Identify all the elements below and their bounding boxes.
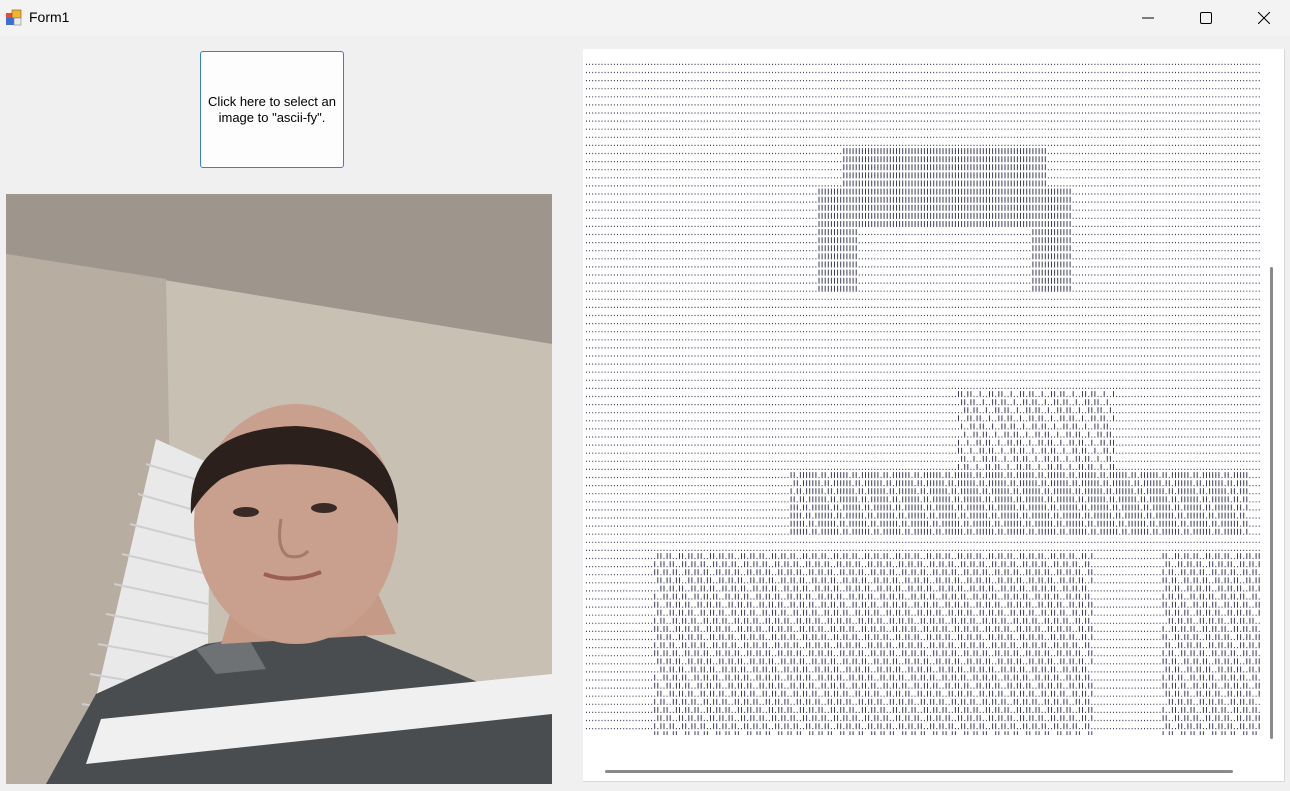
ascii-characters xyxy=(586,63,1260,735)
selected-photo xyxy=(6,194,552,784)
winforms-app-icon xyxy=(5,9,22,26)
title-bar[interactable]: Form1 xyxy=(0,0,1290,36)
select-image-button-label: Click here to select an image to "ascii-… xyxy=(208,93,336,125)
maximize-button[interactable] xyxy=(1177,0,1235,36)
minimize-icon xyxy=(1142,17,1154,19)
window-title: Form1 xyxy=(29,9,70,25)
close-button[interactable] xyxy=(1235,0,1290,36)
maximize-icon xyxy=(1200,12,1212,24)
ascii-output-panel[interactable] xyxy=(583,49,1285,782)
minimize-button[interactable] xyxy=(1119,0,1177,36)
vertical-scrollbar[interactable] xyxy=(1270,267,1273,739)
close-icon xyxy=(1258,12,1270,24)
select-image-button[interactable]: Click here to select an image to "ascii-… xyxy=(200,51,344,168)
ascii-art-text xyxy=(586,55,1262,735)
horizontal-scrollbar[interactable] xyxy=(605,770,1233,773)
